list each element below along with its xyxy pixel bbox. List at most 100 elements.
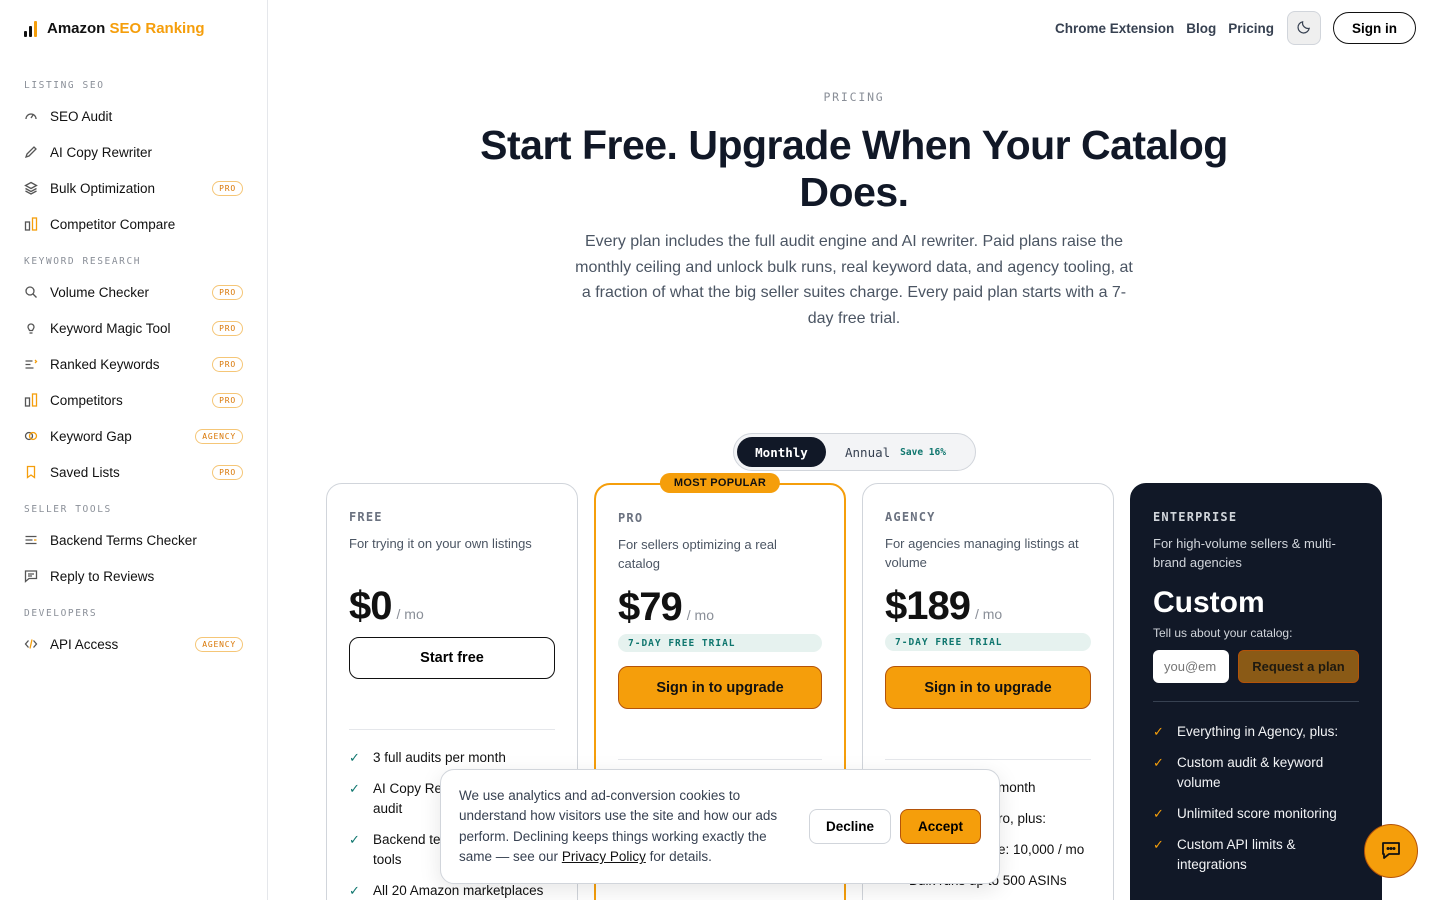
- page-subtitle: Every plan includes the full audit engin…: [575, 233, 1133, 327]
- pro-badge: PRO: [212, 464, 243, 480]
- check-icon: ✓: [1153, 806, 1164, 821]
- cookie-actions: Decline Accept: [808, 809, 981, 844]
- price-period: / mo: [396, 606, 424, 622]
- sidebar-item-saved-lists[interactable]: Saved Lists PRO: [24, 460, 243, 484]
- sidebar-item-ranked-keywords[interactable]: Ranked Keywords PRO: [24, 352, 243, 376]
- sidebar-item-label: API Access: [50, 636, 119, 652]
- venn-icon: [24, 429, 38, 443]
- annual-label: Annual: [845, 444, 891, 460]
- sidebar-item-keyword-gap[interactable]: Keyword Gap AGENCY: [24, 424, 243, 448]
- gauge-icon: [24, 109, 38, 123]
- cookie-banner: We use analytics and ad-conversion cooki…: [440, 769, 1000, 884]
- plan-description: For trying it on your own listings: [349, 536, 532, 551]
- accept-button[interactable]: Accept: [899, 809, 981, 844]
- email-field[interactable]: [1153, 650, 1229, 683]
- privacy-policy-link[interactable]: Privacy Policy: [562, 849, 646, 864]
- plan-description: For agencies managing listings at volume: [885, 536, 1079, 570]
- plan-name: FREE: [349, 510, 383, 524]
- check-icon: ✓: [1153, 755, 1164, 770]
- sidebar-item-label: Keyword Magic Tool: [50, 320, 171, 336]
- feature-item: ✓ Everything in Agency, plus:: [1153, 722, 1359, 742]
- billing-toggle: Monthly Annual Save 16%: [733, 433, 976, 471]
- check-icon: ✓: [349, 781, 360, 796]
- sidebar-item-backend-terms-checker[interactable]: Backend Terms Checker: [24, 528, 243, 552]
- agency-badge: AGENCY: [195, 636, 243, 652]
- sidebar-item-competitors[interactable]: Competitors PRO: [24, 388, 243, 412]
- plan-name: ENTERPRISE: [1153, 510, 1238, 524]
- upgrade-agency-button[interactable]: Sign in to upgrade: [885, 666, 1091, 709]
- sign-in-button[interactable]: Sign in: [1333, 12, 1416, 44]
- sidebar-item-ai-copy-rewriter[interactable]: AI Copy Rewriter: [24, 140, 243, 164]
- start-free-button[interactable]: Start free: [349, 637, 555, 679]
- price-row: $79 / mo: [618, 585, 822, 630]
- check-icon: ✓: [349, 883, 360, 898]
- plan-price: Custom: [1153, 586, 1265, 619]
- sidebar-item-bulk-optimization[interactable]: Bulk Optimization PRO: [24, 176, 243, 200]
- section-label-keyword-research: KEYWORD RESEARCH: [24, 256, 142, 267]
- sidebar-item-competitor-compare[interactable]: Competitor Compare: [24, 212, 243, 236]
- chat-icon: [1380, 839, 1402, 864]
- price-period: / mo: [686, 607, 714, 623]
- plan-price: $189: [885, 584, 971, 628]
- save-badge: Save 16%: [900, 446, 946, 458]
- sidebar-item-api-access[interactable]: API Access AGENCY: [24, 632, 243, 656]
- sidebar-item-label: AI Copy Rewriter: [50, 144, 153, 160]
- sidebar-item-volume-checker[interactable]: Volume Checker PRO: [24, 280, 243, 304]
- annual-option[interactable]: Annual Save 16%: [845, 445, 946, 460]
- divider: [1153, 701, 1359, 702]
- price-row: $189 / mo: [885, 584, 1091, 629]
- plan-name: PRO: [618, 511, 644, 525]
- list-ranked-icon: [24, 357, 38, 371]
- check-icon: ✓: [1153, 837, 1164, 852]
- enterprise-prompt: Tell us about your catalog:: [1153, 626, 1293, 640]
- feature-list: ✓ Everything in Agency, plus: ✓ Custom aud…: [1153, 722, 1359, 875]
- request-plan-button[interactable]: Request a plan: [1238, 650, 1359, 683]
- sidebar-item-seo-audit[interactable]: SEO Audit: [24, 104, 243, 128]
- plan-description: For high-volume sellers & multi-brand ag…: [1153, 536, 1336, 570]
- section-label-seller-tools: SELLER TOOLS: [24, 504, 112, 515]
- trial-badge: 7-DAY FREE TRIAL: [618, 634, 822, 652]
- divider: [618, 759, 822, 760]
- nav-link-chrome-extension[interactable]: Chrome Extension: [1055, 21, 1174, 36]
- bookmark-icon: [24, 465, 38, 479]
- plan-card-enterprise: ENTERPRISE For high-volume sellers & mul…: [1130, 483, 1382, 900]
- plan-price: $79: [618, 585, 683, 629]
- pro-badge: PRO: [212, 284, 243, 300]
- feature-item: ✓ Unlimited score monitoring: [1153, 804, 1359, 824]
- lightbulb-icon: [24, 321, 38, 335]
- divider: [349, 729, 555, 730]
- most-popular-badge: MOST POPULAR: [659, 473, 781, 493]
- chat-button[interactable]: [1364, 824, 1418, 878]
- divider: [885, 759, 1091, 760]
- nav-link-blog[interactable]: Blog: [1186, 21, 1216, 36]
- enterprise-form: Request a plan: [1153, 650, 1359, 683]
- sidebar-item-label: SEO Audit: [50, 108, 113, 124]
- sidebar-item-label: Ranked Keywords: [50, 356, 160, 372]
- pro-badge: PRO: [212, 320, 243, 336]
- compare-icon: [24, 393, 38, 407]
- upgrade-pro-button[interactable]: Sign in to upgrade: [618, 666, 822, 709]
- pro-badge: PRO: [212, 180, 243, 196]
- monthly-option[interactable]: Monthly: [737, 437, 826, 467]
- theme-toggle-button[interactable]: [1287, 11, 1321, 45]
- sidebar-item-reply-to-reviews[interactable]: Reply to Reviews: [24, 564, 243, 588]
- sidebar-item-keyword-magic-tool[interactable]: Keyword Magic Tool PRO: [24, 316, 243, 340]
- sidebar: Amazon SEO Ranking LISTING SEO SEO Audit…: [0, 0, 268, 900]
- pencil-icon: [24, 145, 38, 159]
- brand-logo[interactable]: Amazon SEO Ranking: [24, 20, 205, 37]
- brand-name: Amazon: [47, 20, 106, 37]
- compare-icon: [24, 217, 38, 231]
- check-icon: ✓: [1153, 724, 1164, 739]
- message-icon: [24, 569, 38, 583]
- top-nav: Chrome Extension Blog Pricing Sign in: [1055, 11, 1416, 45]
- sidebar-item-label: Competitors: [50, 392, 123, 408]
- pricing-eyebrow: PRICING: [823, 90, 885, 104]
- trial-badge: 7-DAY FREE TRIAL: [885, 633, 1091, 651]
- pro-badge: PRO: [212, 356, 243, 372]
- nav-link-pricing[interactable]: Pricing: [1228, 21, 1274, 36]
- code-icon: [24, 637, 38, 651]
- sidebar-item-label: Volume Checker: [50, 284, 150, 300]
- check-icon: ✓: [349, 750, 360, 765]
- moon-icon: [1296, 19, 1312, 37]
- decline-button[interactable]: Decline: [808, 809, 891, 844]
